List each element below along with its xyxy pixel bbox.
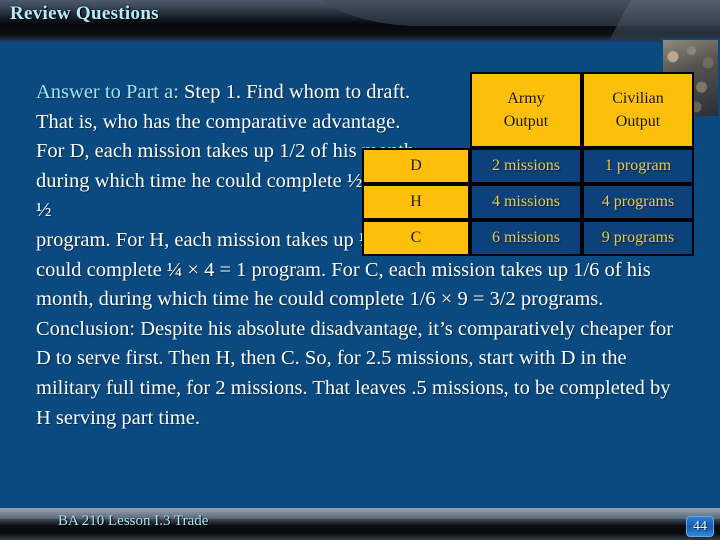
table-header-row: Army Output Civilian Output	[362, 72, 694, 148]
title-swoosh-secondary-decoration	[609, 0, 720, 40]
table-row: D 2 missions 1 program	[362, 148, 694, 184]
row-label-h: H	[362, 184, 470, 220]
conclusion-text: Conclusion: Despite his absolute disadva…	[36, 317, 674, 429]
cell-d-civilian: 1 program	[582, 148, 694, 184]
footer-lesson-label: BA 210 Lesson I.3 Trade	[58, 513, 209, 529]
row-label-c: C	[362, 220, 470, 256]
slide-canvas: Review Questions Answer to Part a: Step …	[0, 0, 720, 540]
table-corner-cell	[362, 72, 470, 148]
cell-c-civilian: 9 programs	[582, 220, 694, 256]
row-label-d: D	[362, 148, 470, 184]
cell-d-army: 2 missions	[470, 148, 582, 184]
cell-c-army: 6 missions	[470, 220, 582, 256]
column-header-civilian-line2: Output	[615, 113, 661, 130]
cell-h-civilian: 4 programs	[582, 184, 694, 220]
answer-lead-label: Answer to Part a:	[36, 81, 179, 103]
title-underline-divider	[0, 40, 720, 44]
column-header-army-line2: Output	[503, 113, 549, 130]
column-header-army-line1: Army	[507, 90, 545, 107]
page-title: Review Questions	[10, 3, 159, 24]
table-row: H 4 missions 4 programs	[362, 184, 694, 220]
slide-number-badge: 44	[686, 516, 714, 537]
output-comparison-table: Army Output Civilian Output D 2 missions…	[362, 72, 694, 256]
column-header-army: Army Output	[470, 72, 582, 148]
column-header-civilian: Civilian Output	[582, 72, 694, 148]
cell-h-army: 4 missions	[470, 184, 582, 220]
table-row: C 6 missions 9 programs	[362, 220, 694, 256]
column-header-civilian-line1: Civilian	[612, 90, 664, 107]
